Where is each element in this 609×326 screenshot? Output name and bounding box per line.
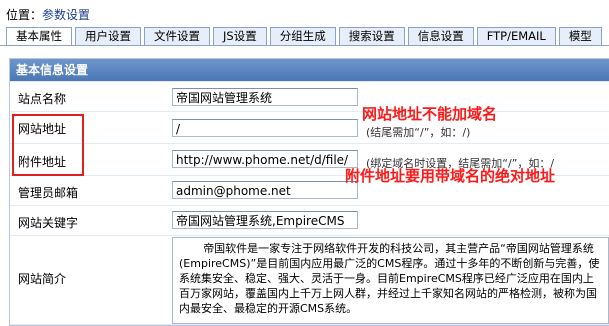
tab-user[interactable]: 用户设置	[75, 27, 141, 45]
site-url-annotation: 网站地址不能加域名	[362, 105, 498, 123]
admin-email-input[interactable]: admin@phome.net	[172, 181, 358, 199]
tab-group[interactable]: 分组生成	[269, 27, 336, 45]
tab-file[interactable]: 文件设置	[144, 27, 210, 45]
keywords-input[interactable]: 帝国网站管理系统,EmpireCMS	[172, 211, 358, 229]
highlight-box	[12, 114, 84, 176]
site-url-hint: (结尾需加“/”，如：/)	[366, 126, 471, 139]
section-title: 基本信息设置	[10, 59, 609, 81]
attach-url-input[interactable]: http://www.phome.net/d/file/	[172, 150, 358, 168]
tab-js[interactable]: JS设置	[213, 27, 267, 45]
tab-info[interactable]: 信息设置	[407, 27, 474, 45]
tab-search[interactable]: 搜索设置	[338, 27, 405, 45]
attach-url-annotation: 附件地址要用带域名的绝对地址	[345, 167, 556, 185]
tab-basic[interactable]: 基本属性	[6, 27, 72, 46]
tab-ftp-email[interactable]: FTP/EMAIL	[476, 27, 556, 45]
site-name-input[interactable]: 帝国网站管理系统	[172, 88, 358, 106]
description-textarea[interactable]: 帝国软件是一家专注于网络软件开发的科技公司，其主营产品“帝国网站管理系统(Emp…	[172, 237, 609, 324]
admin-email-label: 管理员邮箱	[18, 186, 79, 200]
breadcrumb: 位置：参数设置	[6, 6, 90, 23]
tab-divider	[0, 45, 609, 46]
site-url-input[interactable]: /	[172, 119, 358, 137]
breadcrumb-prefix: 位置：	[6, 8, 43, 22]
tab-bar: 基本属性 用户设置 文件设置 JS设置 分组生成 搜索设置 信息设置 FTP/E…	[6, 27, 605, 46]
site-name-label: 站点名称	[18, 92, 67, 106]
description-label: 网站简介	[18, 272, 67, 286]
tab-model[interactable]: 模型	[558, 27, 602, 45]
breadcrumb-link[interactable]: 参数设置	[42, 8, 90, 22]
keywords-label: 网站关键字	[18, 216, 79, 230]
